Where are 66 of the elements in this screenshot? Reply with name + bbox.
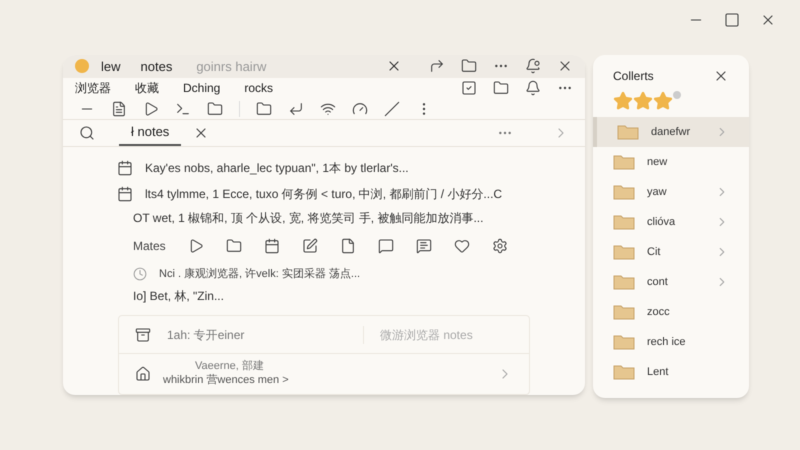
settings-icon[interactable]: [492, 238, 508, 254]
filled-star-icon: [633, 91, 653, 111]
card-subtitle: Vaeerne, 部建: [194, 360, 265, 374]
note-text: lts4 tylmme, 1 Ecce, tuxo 何务例 < turo, 中浏, 都刷前门 / 小好分...C: [145, 186, 502, 203]
folder-icon: [613, 214, 635, 230]
note-text: Nci . 康观浏览器, 许velk: 实团采器 荡点...: [159, 266, 360, 282]
folder-icon[interactable]: [461, 58, 477, 74]
clock-icon: [133, 267, 147, 281]
chat-icon[interactable]: [416, 238, 432, 254]
archive-icon: [135, 326, 151, 342]
card-footer: whikbrin 营wences men >: [163, 374, 289, 388]
folder-icon: [613, 364, 635, 380]
maximize-icon[interactable]: [724, 12, 740, 28]
return-icon[interactable]: [288, 100, 304, 117]
folder-item[interactable]: danefwr: [593, 117, 749, 147]
folder-icon: [613, 244, 635, 260]
share-icon[interactable]: [429, 58, 445, 74]
folder-icon: [613, 304, 635, 320]
folder-item[interactable]: new: [593, 147, 749, 177]
folder-item[interactable]: zocc: [593, 297, 749, 327]
comment-icon[interactable]: [378, 238, 394, 254]
app-title: lew: [101, 58, 121, 76]
folder-icon: [613, 274, 635, 290]
menu-item[interactable]: Dching: [183, 79, 220, 97]
folder-icon[interactable]: [207, 100, 223, 117]
bell-icon[interactable]: [525, 80, 541, 96]
folder-icon: [613, 184, 635, 200]
card-title: 1ah: 专开einer: [167, 326, 246, 344]
folder-icon: [613, 334, 635, 350]
menu-item[interactable]: 浏览器: [75, 79, 111, 97]
filled-star-icon: [613, 91, 633, 111]
gauge-icon[interactable]: [352, 100, 368, 117]
play-icon[interactable]: [143, 100, 159, 117]
tab[interactable]: notes: [136, 56, 176, 76]
folder-icon[interactable]: [226, 238, 242, 254]
app-logo-icon: [75, 59, 89, 74]
file-icon[interactable]: [340, 238, 356, 254]
folder-item[interactable]: cont: [593, 267, 749, 297]
card-side-text: 微游浏览器 notes: [363, 326, 473, 344]
folder-icon: [613, 154, 635, 170]
folder-item[interactable]: rech ice: [593, 327, 749, 357]
filled-star-icon: [653, 91, 673, 111]
panel-title: Collerts: [613, 68, 654, 85]
folder-item[interactable]: Cit: [593, 237, 749, 267]
document-icon[interactable]: [111, 100, 127, 117]
home-icon: [135, 366, 151, 382]
notification-icon[interactable]: [525, 58, 541, 74]
folder-item[interactable]: Lent: [593, 357, 749, 387]
folder-icon[interactable]: [256, 100, 272, 117]
folder-icon[interactable]: [493, 80, 509, 96]
check-icon[interactable]: [461, 80, 477, 96]
calendar-icon[interactable]: [264, 238, 280, 254]
folder-item[interactable]: yaw: [593, 177, 749, 207]
note-text: Kay'es nobs, aharle_lec typuan", 1本 by tlerlar's...: [145, 160, 409, 177]
slash-icon[interactable]: [384, 100, 400, 117]
note-text: OT wet, 1 椒锦和, 顶 个从设, 宽, 将览笑司 手, 被触同能加放消事...: [133, 210, 484, 227]
folder-icon: [617, 124, 639, 140]
search-icon[interactable]: [79, 124, 95, 141]
folder-item[interactable]: clióva: [593, 207, 749, 237]
menu-item[interactable]: rocks: [244, 79, 274, 97]
note-text: Io] Bet, 林, "Zin...: [133, 288, 224, 305]
edit-icon[interactable]: [302, 238, 318, 254]
heart-icon[interactable]: [454, 238, 470, 254]
tab[interactable]: ł notes: [119, 120, 182, 146]
note-text: Mates: [133, 238, 166, 255]
menu-item[interactable]: 收藏: [135, 79, 159, 97]
